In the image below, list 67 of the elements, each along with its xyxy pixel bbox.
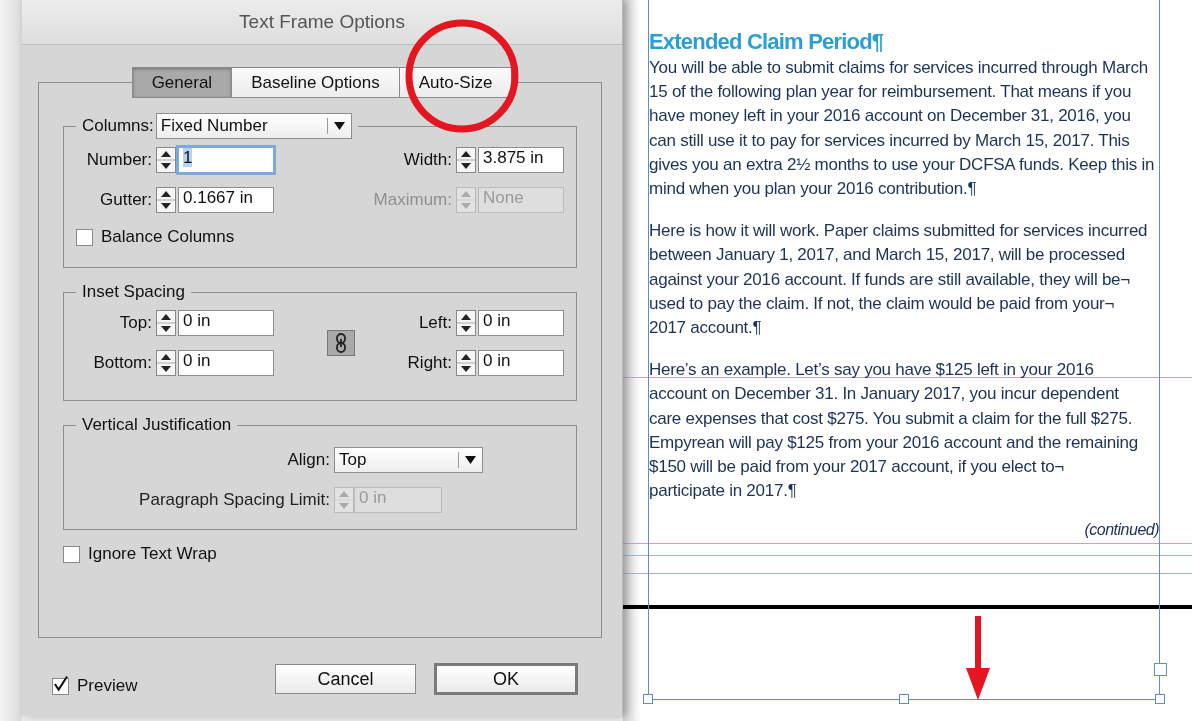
field-label: Paragraph Spacing Limit: <box>138 490 331 510</box>
field-label: Top: <box>118 313 153 333</box>
stepper-arrows[interactable] <box>456 147 476 173</box>
field-label: Bottom: <box>92 353 153 373</box>
stepper-arrows[interactable] <box>456 350 476 376</box>
checkbox[interactable] <box>63 545 80 563</box>
stepper-arrows[interactable] <box>156 187 176 213</box>
body-text-line: Empyrean will pay $125 from your 2016 account and the remaining <box>649 431 1139 454</box>
frame-handle[interactable] <box>1155 694 1165 704</box>
checkbox[interactable] <box>52 677 69 695</box>
tab[interactable]: Auto-Size <box>399 67 513 98</box>
body-text-line: mind when you plan your 2016 contribution.¶ <box>649 178 978 200</box>
frame-handle[interactable] <box>899 694 909 704</box>
frame-handle[interactable] <box>1154 663 1167 676</box>
body-text-line: participate in 2017.¶ <box>649 480 798 503</box>
heading: Extended Claim Period¶ <box>649 28 885 56</box>
number-field[interactable]: 0 in <box>478 310 564 336</box>
caret-icon <box>465 456 476 464</box>
tab[interactable]: General <box>131 67 233 98</box>
body-text-line: 15 of the following plan year for reimbursement. That means if you <box>649 81 1133 104</box>
stepper-arrows[interactable] <box>156 147 176 173</box>
columns-dropdown[interactable]: Fixed Number <box>155 113 352 139</box>
body-text-line: used to pay the claim. If not, the claim would be paid from your¬ <box>649 292 1116 315</box>
continued-note: (continued) <box>1083 521 1159 540</box>
field-label: Align: <box>286 450 331 470</box>
stepper-arrows[interactable] <box>156 350 176 376</box>
number-field[interactable]: 0.1667 in <box>178 187 274 213</box>
body-text-line: 2017 account.¶ <box>649 317 763 340</box>
stepper-arrows[interactable] <box>156 310 176 336</box>
number-field[interactable]: 0 in <box>178 310 274 336</box>
field-label: Number: <box>85 150 153 170</box>
field-label: Width: <box>402 150 453 170</box>
columns-label: Columns: <box>82 116 154 136</box>
caret-icon <box>333 122 345 130</box>
body-text-line: You will be able to submit claims for services incurred through March <box>649 57 1149 79</box>
field-label: Left: <box>417 313 453 333</box>
checkbox-label: Balance Columns <box>101 227 235 247</box>
chain-link-icon[interactable] <box>326 330 355 356</box>
stepper-arrows[interactable] <box>456 310 476 336</box>
dialog-button[interactable]: Cancel <box>275 664 416 694</box>
checkbox-label: Ignore Text Wrap <box>88 544 217 564</box>
body-text-line: can still use it to pay for services incurred by March 15, 2017. This <box>649 129 1131 152</box>
window-title: Text Frame Options <box>239 11 405 33</box>
number-field[interactable]: 0 in <box>478 350 564 376</box>
field-label: Gutter: <box>99 190 153 210</box>
body-text-line: against your 2016 account. If funds are still available, they will be¬ <box>649 268 1131 291</box>
body-text-line: have money left in your 2016 account on December 31, 2016, you <box>649 105 1132 128</box>
field-label: Right: <box>407 353 453 373</box>
checkbox[interactable] <box>76 228 93 246</box>
frame-handle[interactable] <box>643 694 653 704</box>
section-title: Vertical Justification <box>82 415 232 435</box>
body-text-line: Here is how it will work. Paper claims submitted for services incurred <box>649 220 1149 243</box>
align-dropdown[interactable]: Top <box>334 447 483 473</box>
tab[interactable]: Baseline Options <box>232 67 400 98</box>
field-label: Maximum: <box>373 190 453 210</box>
body-text-line: care expenses that cost $275. You submit a claim for the full $275. <box>649 407 1134 430</box>
number-field[interactable]: 1 <box>178 147 274 173</box>
dialog-button[interactable]: OK <box>434 663 578 695</box>
body-text-line: between January 1, 2017, and March 15, 2017, will be processed <box>649 244 1126 267</box>
number-field[interactable]: 3.875 in <box>478 147 564 173</box>
body-text-line: gives you an extra 2½ months to use your DCFSA funds. Keep this in <box>649 153 1156 176</box>
number-field[interactable]: 0 in <box>178 350 274 376</box>
body-text-line: Here’s an example. Let’s say you have $125 left in your 2016 <box>649 359 1095 382</box>
body-text-line: account on December 31. In January 2017, you incur dependent <box>649 383 1120 406</box>
checkbox-label: Preview <box>77 676 138 696</box>
body-text-line: $150 will be paid from your 2017 account, if you elect to¬ <box>649 456 1065 479</box>
section-title: Inset Spacing <box>82 282 185 302</box>
